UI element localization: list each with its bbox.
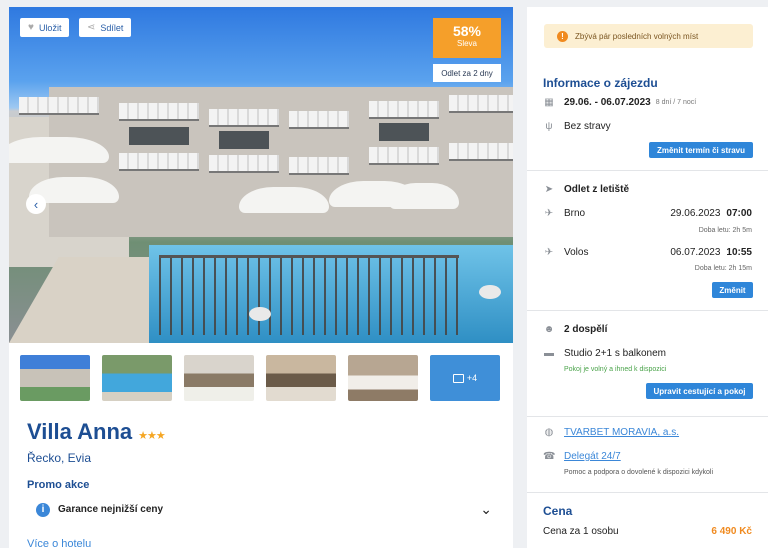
exclamation-icon: !: [557, 30, 568, 42]
people-icon: ☻: [543, 324, 555, 335]
trip-dates: ▦ 29.06. - 06.07.2023 8 dní / 7 nocí: [544, 97, 697, 108]
navigation-arrow-icon: ➤: [544, 184, 554, 195]
room-type: ▬ Studio 2+1 s balkonem: [544, 348, 667, 359]
globe-icon: ◍: [544, 427, 554, 438]
delegate-note: Pomoc a podpora o dovolené k dispozici k…: [564, 469, 714, 476]
discount-badge: 58% Sleva: [433, 18, 501, 58]
hotel-panel: ♥ Uložit ⋖ Sdílet 58% Sleva Odlet za 2 d…: [9, 7, 513, 548]
departure-badge: Odlet za 2 dny: [433, 64, 501, 82]
availability-warning: ! Zbývá pár posledních volných míst: [544, 24, 753, 48]
thumbnail[interactable]: [348, 355, 418, 401]
share-button[interactable]: ⋖ Sdílet: [79, 18, 132, 37]
room-availability: Pokoj je volný a ihned k dispozici: [564, 366, 667, 373]
support-icon: ☎: [543, 451, 556, 462]
departure-airport: ➤ Odlet z letiště: [544, 184, 630, 195]
hotel-main-photo[interactable]: ♥ Uložit ⋖ Sdílet 58% Sleva Odlet za 2 d…: [9, 7, 513, 343]
photo-icon: [452, 373, 464, 383]
booking-sidebar: ! Zbývá pár posledních volných míst Info…: [527, 7, 768, 548]
info-icon: i: [36, 502, 50, 517]
share-icon: ⋖: [87, 22, 96, 33]
star-rating: ★★★: [138, 430, 166, 442]
thumbnail[interactable]: [184, 355, 254, 401]
plane-takeoff-icon: ✈: [544, 208, 554, 219]
price-per-person: Cena za 1 osobu 6 490 Kč: [543, 526, 752, 537]
outbound-flight: ✈ Brno 29.06.2023 07:00: [544, 208, 752, 219]
plane-landing-icon: ✈: [544, 247, 554, 258]
more-about-hotel-link[interactable]: Více o hotelu: [27, 538, 91, 548]
thumbnail[interactable]: [20, 355, 90, 401]
change-flight-button[interactable]: Změnit: [712, 282, 753, 298]
thumbnail[interactable]: [266, 355, 336, 401]
return-flight-time: Doba letu: 2h 15m: [694, 265, 752, 272]
guarantee-accordion[interactable]: i Garance nejnižší ceny ⌄: [36, 501, 492, 518]
return-flight: ✈ Volos 06.07.2023 10:55: [544, 247, 752, 258]
thumbnail[interactable]: [102, 355, 172, 401]
travel-agency: ◍ TVARBET MORAVIA, a.s.: [543, 427, 752, 438]
more-photos-thumbnail[interactable]: +4: [430, 355, 500, 401]
chevron-left-icon: ‹: [33, 196, 39, 212]
calendar-icon: ▦: [544, 97, 554, 108]
promo-title: Promo akce: [27, 479, 90, 491]
change-date-button[interactable]: Změnit termín či stravu: [649, 142, 753, 158]
edit-travellers-button[interactable]: Upravit cestující a pokoj: [646, 383, 753, 399]
save-button[interactable]: ♥ Uložit: [20, 18, 70, 37]
heart-icon: ♥: [28, 22, 34, 33]
travellers: ☻ 2 dospělí: [543, 324, 608, 335]
delegate: ☎ Delegát 24/7: [543, 451, 752, 462]
outbound-flight-time: Doba letu: 2h 5m: [698, 227, 752, 234]
hotel-name: Villa Anna: [27, 419, 133, 444]
price-title: Cena: [543, 504, 573, 518]
bed-icon: ▬: [544, 348, 554, 359]
hotel-title: Villa Anna ★★★: [27, 419, 166, 445]
hotel-location: Řecko, Evia: [27, 451, 92, 465]
cutlery-icon: ψ: [545, 121, 553, 132]
board-type: ψ Bez stravy: [543, 121, 752, 132]
chevron-down-icon: ⌄: [480, 501, 492, 517]
trip-info-title: Informace o zájezdu: [543, 76, 658, 90]
delegate-link[interactable]: Delegát 24/7: [564, 451, 621, 462]
previous-photo-button[interactable]: ‹: [26, 194, 46, 214]
agency-link[interactable]: TVARBET MORAVIA, a.s.: [564, 427, 679, 438]
photo-thumbnails: +4: [20, 355, 500, 401]
